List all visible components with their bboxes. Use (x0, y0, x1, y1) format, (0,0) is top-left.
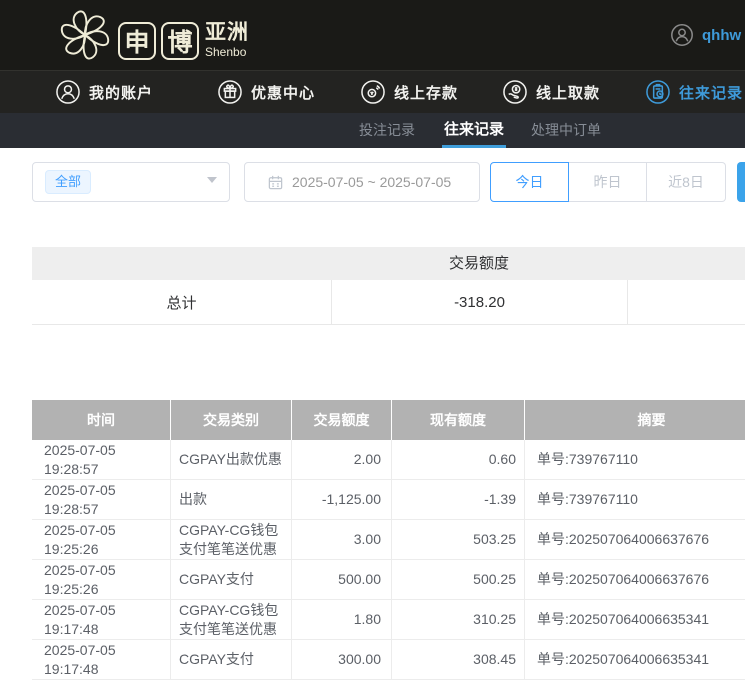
transactions-table: 时间 交易类别 交易额度 现有额度 摘要 2025-07-05 19:28:57… (32, 400, 745, 680)
table-row: 2025-07-05 19:28:57 出款 -1,125.00 -1.39 单… (32, 480, 745, 520)
table-row: 2025-07-05 19:17:48 CGPAY支付 300.00 308.4… (32, 640, 745, 680)
cell-type: CGPAY支付 (170, 560, 291, 599)
cell-balance: 310.25 (391, 600, 524, 639)
cell-time: 2025-07-05 19:17:48 (32, 600, 170, 639)
deposit-coin-icon (360, 79, 386, 105)
col-header-balance: 现有额度 (391, 400, 524, 440)
brand-logo[interactable]: 申 博 亚洲 Shenbo (54, 3, 249, 65)
date-range-value: 2025-07-05 ~ 2025-07-05 (292, 174, 451, 190)
cell-balance: 308.45 (391, 640, 524, 679)
cell-type: CGPAY-CG钱包支付笔笔送优惠 (170, 520, 291, 559)
username[interactable]: qhhw (702, 27, 741, 44)
col-header-summary: 摘要 (524, 400, 745, 440)
cell-summary: 单号:202507064006637676 (524, 520, 745, 559)
summary-table: 交易额度 总计 -318.20 (32, 247, 745, 325)
cell-amount: 3.00 (291, 520, 391, 559)
cell-summary: 单号:202507064006635341 (524, 640, 745, 679)
gift-icon (217, 79, 243, 105)
records-clipboard-icon (645, 79, 671, 105)
lotus-flower-icon (54, 3, 116, 65)
col-header-type: 交易类别 (170, 400, 291, 440)
nav-label: 往来记录 (679, 82, 743, 103)
col-header-time: 时间 (32, 400, 170, 440)
tab-pending-orders[interactable]: 处理中订单 (531, 113, 601, 148)
cell-summary: 单号:739767110 (524, 440, 745, 479)
cell-amount: 1.80 (291, 600, 391, 639)
nav-item-online-withdraw[interactable]: 线上取款 (502, 71, 600, 113)
cell-balance: 503.25 (391, 520, 524, 559)
nav-label: 线上取款 (536, 82, 600, 103)
user-account-area[interactable]: qhhw (670, 23, 741, 47)
cell-time: 2025-07-05 19:25:26 (32, 560, 170, 599)
cell-time: 2025-07-05 19:28:57 (32, 480, 170, 519)
summary-header-amount: 交易额度 (331, 247, 627, 280)
nav-item-my-account[interactable]: 我的账户 (55, 71, 153, 113)
transaction-records-page: 申 博 亚洲 Shenbo qhhw 我的账户 (0, 0, 745, 680)
cell-amount: 300.00 (291, 640, 391, 679)
nav-label: 优惠中心 (251, 82, 315, 103)
summary-total-value: -318.20 (331, 280, 627, 324)
chevron-down-icon (207, 177, 217, 183)
tab-bet-records[interactable]: 投注记录 (359, 113, 415, 148)
cell-time: 2025-07-05 19:25:26 (32, 520, 170, 559)
nav-label: 线上存款 (394, 82, 458, 103)
logo-char-bo: 博 (161, 22, 199, 60)
category-select[interactable]: 全部 (32, 162, 230, 202)
today-button[interactable]: 今日 (490, 162, 569, 202)
withdraw-coin-icon (502, 79, 528, 105)
cell-type: CGPAY出款优惠 (170, 440, 291, 479)
cell-amount: -1,125.00 (291, 480, 391, 519)
yesterday-button[interactable]: 昨日 (569, 162, 647, 202)
tab-label: 往来记录 (444, 121, 504, 138)
logo-char-shen: 申 (118, 22, 156, 60)
cell-type: 出款 (170, 480, 291, 519)
nav-label: 我的账户 (89, 82, 153, 103)
table-row: 2025-07-05 19:25:26 CGPAY支付 500.00 500.2… (32, 560, 745, 600)
table-row: 2025-07-05 19:28:57 CGPAY出款优惠 2.00 0.60 … (32, 440, 745, 480)
logo-region-cn: 亚洲 (205, 21, 249, 45)
quick-date-button-group: 今日 昨日 近8日 (490, 162, 726, 202)
summary-empty-cell (627, 280, 745, 324)
logo-region-en: Shenbo (205, 45, 249, 59)
top-header: 申 博 亚洲 Shenbo qhhw (0, 0, 745, 70)
summary-total-row: 总计 -318.20 (32, 280, 745, 325)
cell-amount: 500.00 (291, 560, 391, 599)
cell-summary: 单号:202507064006635341 (524, 600, 745, 639)
calendar-icon (267, 174, 284, 191)
last-8-days-button[interactable]: 近8日 (647, 162, 726, 202)
date-range-input[interactable]: 2025-07-05 ~ 2025-07-05 (244, 162, 480, 202)
cell-amount: 2.00 (291, 440, 391, 479)
avatar-icon (670, 23, 694, 47)
nav-item-transaction-records[interactable]: 往来记录 (645, 71, 743, 113)
search-button-partial[interactable] (737, 162, 745, 202)
table-row: 2025-07-05 19:25:26 CGPAY-CG钱包支付笔笔送优惠 3.… (32, 520, 745, 560)
table-row: 2025-07-05 19:17:48 CGPAY-CG钱包支付笔笔送优惠 1.… (32, 600, 745, 640)
summary-total-label: 总计 (32, 280, 331, 324)
tab-transaction-records[interactable]: 往来记录 (444, 113, 504, 148)
sub-nav: 投注记录 往来记录 处理中订单 (0, 113, 745, 148)
cell-summary: 单号:202507064006637676 (524, 560, 745, 599)
cell-balance: -1.39 (391, 480, 524, 519)
nav-item-promotions[interactable]: 优惠中心 (217, 71, 315, 113)
cell-type: CGPAY支付 (170, 640, 291, 679)
cell-balance: 0.60 (391, 440, 524, 479)
cell-type: CGPAY-CG钱包支付笔笔送优惠 (170, 600, 291, 639)
cell-summary: 单号:739767110 (524, 480, 745, 519)
summary-header-row: 交易额度 (32, 247, 745, 280)
active-tab-underline (442, 145, 506, 148)
col-header-amount: 交易额度 (291, 400, 391, 440)
table-header-row: 时间 交易类别 交易额度 现有额度 摘要 (32, 400, 745, 440)
cell-balance: 500.25 (391, 560, 524, 599)
person-icon (55, 79, 81, 105)
cell-time: 2025-07-05 19:17:48 (32, 640, 170, 679)
cell-time: 2025-07-05 19:28:57 (32, 440, 170, 479)
nav-item-online-deposit[interactable]: 线上存款 (360, 71, 458, 113)
main-nav: 我的账户 优惠中心 线上存款 (0, 70, 745, 113)
logo-region-text: 亚洲 Shenbo (205, 21, 249, 59)
category-tag-all[interactable]: 全部 (45, 170, 91, 194)
